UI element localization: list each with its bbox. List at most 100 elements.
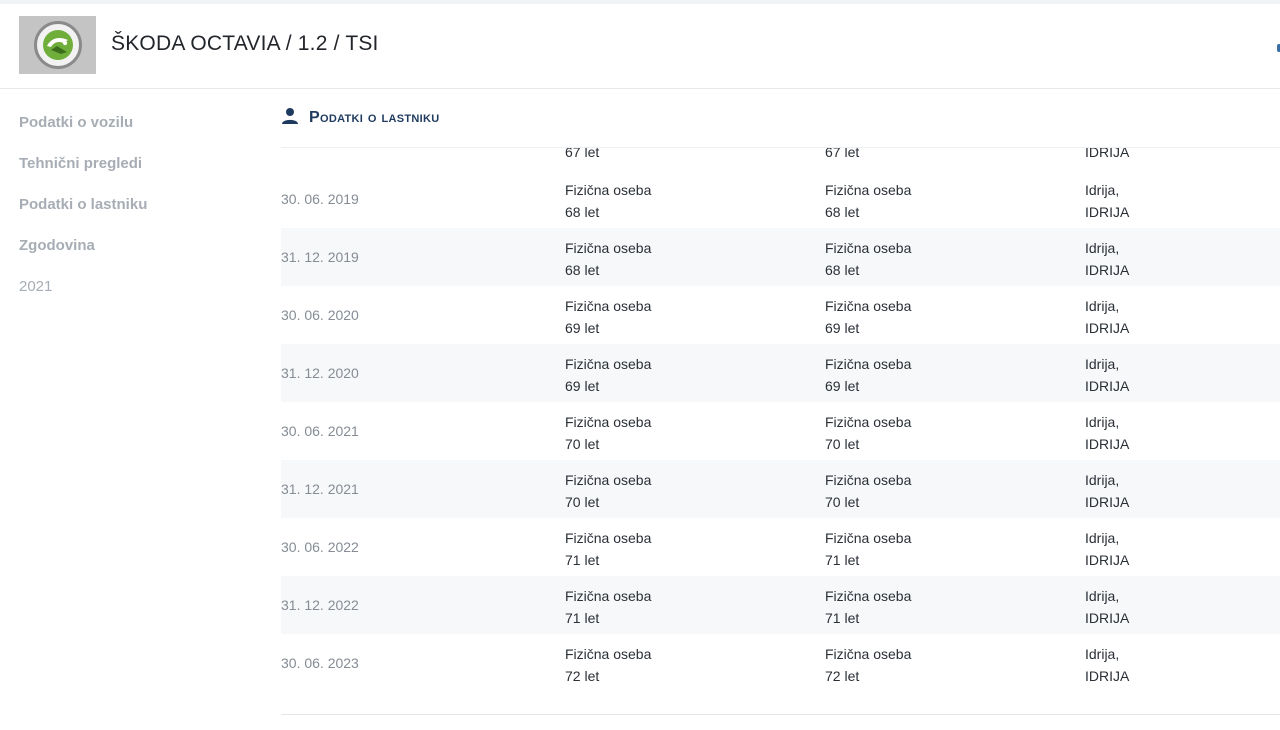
- row-user-type: Fizična oseba: [825, 588, 912, 604]
- table-row: 31. 12. 2019 Fizična oseba 68 let Fizična…: [281, 228, 1280, 286]
- page-title: ŠKODA OCTAVIA / 1.2 / TSI: [111, 32, 379, 55]
- row-owner-type: Fizična oseba: [565, 182, 652, 198]
- row-user: Fizična oseba 68 let: [825, 237, 911, 281]
- row-user-type: Fizična oseba: [825, 646, 912, 662]
- row-date: 30. 06. 2019: [281, 191, 359, 207]
- row-user: Fizična oseba 71 let: [825, 585, 911, 629]
- row-user: Fizična oseba 69 let: [825, 353, 911, 397]
- row-user-type: Fizična oseba: [825, 182, 912, 198]
- row-date: 31. 12. 2021: [281, 481, 359, 497]
- row-owner: Fizična oseba 70 let: [565, 469, 651, 513]
- table-bottom-divider: [281, 714, 1280, 715]
- row-location: Idrija, IDRIJA: [1085, 237, 1129, 281]
- row-owner-type: Fizična oseba: [565, 472, 652, 488]
- row-city: IDRIJA: [1085, 320, 1130, 336]
- row-date: 31. 12. 2019: [281, 249, 359, 265]
- row-place: Idrija,: [1085, 414, 1120, 430]
- row-user-type: Fizična oseba: [825, 530, 912, 546]
- row-place: Idrija,: [1085, 182, 1120, 198]
- row-city: IDRIJA: [1085, 378, 1130, 394]
- row-place: Idrija,: [1085, 588, 1120, 604]
- row-owner-age: 71 let: [565, 552, 600, 568]
- row-location: Idrija, IDRIJA: [1085, 353, 1129, 397]
- row-date: 31. 12. 2022: [281, 597, 359, 613]
- row-user-age: 72 let: [825, 668, 860, 684]
- row-owner: Fizična oseba 69 let: [565, 353, 651, 397]
- section-header: Podatki o lastniku: [281, 106, 439, 130]
- sidebar-item-technical-inspections[interactable]: Tehnični pregledi: [19, 153, 249, 194]
- row-owner-age: 71 let: [565, 610, 600, 626]
- row-owner-age: 68 let: [565, 262, 600, 278]
- row-user-type: Fizična oseba: [825, 414, 912, 430]
- row-owner-type: Fizična oseba: [565, 414, 652, 430]
- row-owner-age: 70 let: [565, 494, 600, 510]
- sidebar-item-history[interactable]: Zgodovina: [19, 235, 249, 276]
- row-date: 30. 06. 2020: [281, 307, 359, 323]
- row-owner-type: Fizična oseba: [565, 240, 652, 256]
- row-user-age: 71 let: [825, 552, 860, 568]
- row-place: Idrija,: [1085, 356, 1120, 372]
- table-row: 31. 12. 2020 Fizična oseba 69 let Fizična…: [281, 344, 1280, 402]
- row-date: 30. 06. 2022: [281, 539, 359, 555]
- row-date: 31. 12. 2020: [281, 365, 359, 381]
- sidebar-nav: Podatki o vozilu Tehnični pregledi Podat…: [19, 112, 249, 317]
- table-row: 30. 06. 2022 Fizična oseba 71 let Fizična…: [281, 518, 1280, 576]
- skoda-logo-icon: [33, 21, 82, 69]
- person-icon: [281, 107, 299, 130]
- row-owner-age: 68 let: [565, 204, 600, 220]
- row-owner: Fizična oseba 72 let: [565, 643, 651, 687]
- table-row: 30. 06. 2021 Fizična oseba 70 let Fizična…: [281, 402, 1280, 460]
- row-user: Fizična oseba 70 let: [825, 469, 911, 513]
- row-location: Idrija, IDRIJA: [1085, 295, 1129, 339]
- brand-logo: [19, 16, 96, 74]
- row-owner: Fizična oseba 71 let: [565, 527, 651, 571]
- owner-history-table: 67 let 67 let IDRIJA 30. 06. 2019 Fizičn…: [281, 147, 1280, 715]
- table-row: 31. 12. 2022 Fizična oseba 71 let Fizična…: [281, 576, 1280, 634]
- page-header: ŠKODA OCTAVIA / 1.2 / TSI: [0, 4, 1280, 89]
- row-owner-age: 72 let: [565, 668, 600, 684]
- row-owner-type: Fizična oseba: [565, 298, 652, 314]
- row-city: IDRIJA: [1085, 262, 1130, 278]
- row-user-age: 71 let: [825, 610, 860, 626]
- row-user-type: Fizična oseba: [825, 472, 912, 488]
- row-owner: Fizična oseba 68 let: [565, 237, 651, 281]
- row-place: Idrija,: [1085, 240, 1120, 256]
- row-user: Fizična oseba 70 let: [825, 411, 911, 455]
- row-place: Idrija,: [1085, 472, 1120, 488]
- row-location: Idrija, IDRIJA: [1085, 179, 1129, 223]
- row-city: IDRIJA: [1085, 147, 1130, 160]
- row-place: Idrija,: [1085, 298, 1120, 314]
- sidebar-item-owner-data[interactable]: Podatki o lastniku: [19, 194, 249, 235]
- table-row: 30. 06. 2020 Fizična oseba 69 let Fizična…: [281, 286, 1280, 344]
- row-owner-age: 69 let: [565, 320, 600, 336]
- row-user-age: 68 let: [825, 204, 860, 220]
- row-user: Fizična oseba 72 let: [825, 643, 911, 687]
- row-owner: Fizična oseba 69 let: [565, 295, 651, 339]
- sidebar-item-year-2021[interactable]: 2021: [19, 276, 249, 317]
- row-user-age: 68 let: [825, 262, 860, 278]
- row-owner-type: Fizična oseba: [565, 530, 652, 546]
- sidebar-item-vehicle-data[interactable]: Podatki o vozilu: [19, 112, 249, 153]
- row-city: IDRIJA: [1085, 668, 1130, 684]
- row-city: IDRIJA: [1085, 610, 1130, 626]
- row-date: 30. 06. 2021: [281, 423, 359, 439]
- row-place: Idrija,: [1085, 646, 1120, 662]
- row-owner-age: 70 let: [565, 436, 600, 452]
- row-location: Idrija, IDRIJA: [1085, 643, 1129, 687]
- row-user-age: 69 let: [825, 378, 860, 394]
- table-row: 31. 12. 2021 Fizična oseba 70 let Fizična…: [281, 460, 1280, 518]
- row-owner-age: 69 let: [565, 378, 600, 394]
- row-owner-type: Fizična oseba: [565, 588, 652, 604]
- row-user: Fizična oseba 71 let: [825, 527, 911, 571]
- row-place: Idrija,: [1085, 530, 1120, 546]
- row-user: Fizična oseba 69 let: [825, 295, 911, 339]
- row-city: IDRIJA: [1085, 436, 1130, 452]
- row-user-type: Fizična oseba: [825, 356, 912, 372]
- row-location: Idrija, IDRIJA: [1085, 527, 1129, 571]
- row-user-age: 70 let: [825, 494, 860, 510]
- row-owner-type: Fizična oseba: [565, 356, 652, 372]
- row-owner: Fizična oseba 70 let: [565, 411, 651, 455]
- row-owner-age: 67 let: [565, 147, 600, 160]
- row-owner: Fizična oseba 71 let: [565, 585, 651, 629]
- row-location: Idrija, IDRIJA: [1085, 585, 1129, 629]
